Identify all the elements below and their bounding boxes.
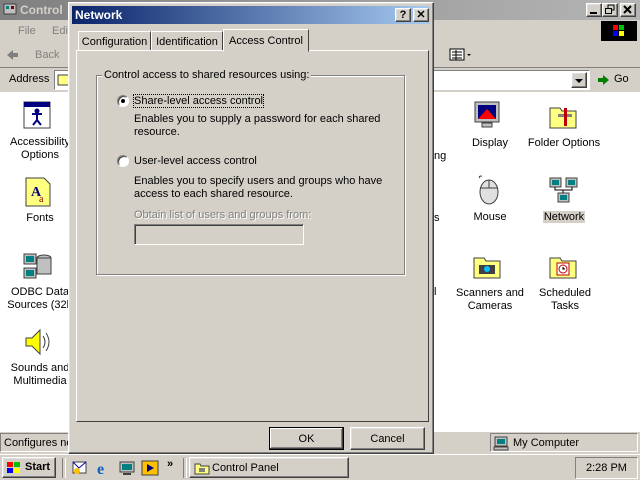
obtain-list-label: Obtain list of users and groups from: <box>134 209 312 221</box>
folder-options-icon <box>549 107 577 129</box>
tab-identification-label: Identification <box>156 36 218 48</box>
partial-label-s: s <box>434 212 440 224</box>
task-control-panel[interactable]: Control Panel <box>189 457 349 478</box>
control-panel-title: Control <box>20 3 63 17</box>
accessibility-options-icon <box>23 101 51 129</box>
media-player-icon <box>141 460 159 476</box>
fonts-icon: Aa <box>25 177 51 207</box>
quicklaunch-desktop[interactable] <box>118 459 136 477</box>
quicklaunch-more[interactable]: » <box>167 458 173 470</box>
mouse-label: Mouse <box>473 211 507 223</box>
close-window-button[interactable] <box>620 3 636 17</box>
user-level-label[interactable]: User-level access control <box>134 155 257 167</box>
cancel-label: Cancel <box>370 433 405 445</box>
tab-identification[interactable]: Identification <box>151 31 223 51</box>
dialog-title: Network <box>75 8 123 22</box>
status-text: Configures ne <box>4 437 73 449</box>
close-icon: ✕ <box>416 9 426 21</box>
cancel-button[interactable]: Cancel <box>350 427 425 450</box>
restore-button[interactable] <box>602 3 618 17</box>
back-label: Back <box>35 49 60 61</box>
menu-file[interactable]: File <box>18 25 36 37</box>
scheduled-tasks-icon <box>549 257 577 279</box>
dialog-close-button[interactable]: ✕ <box>413 8 429 22</box>
help-icon: ? <box>399 9 407 21</box>
back-button[interactable]: Back <box>5 47 65 63</box>
taskbar-divider-2 <box>183 458 187 478</box>
network-label: Network <box>542 211 586 223</box>
dialog-titlebar[interactable]: Network ? ✕ <box>72 6 430 24</box>
help-button[interactable]: ? <box>395 8 411 22</box>
minimize-button[interactable] <box>586 3 602 17</box>
go-arrow-icon <box>598 75 609 85</box>
share-level-radio[interactable] <box>117 95 129 107</box>
quicklaunch-outlook[interactable] <box>71 459 89 477</box>
menu-edit[interactable]: Edi <box>52 25 68 37</box>
svg-text:a: a <box>39 194 44 205</box>
start-button[interactable]: Start <box>2 457 56 478</box>
internet-explorer-icon: e <box>97 461 104 478</box>
tab-configuration-label: Configuration <box>81 36 148 48</box>
go-button[interactable]: Go <box>597 72 637 88</box>
radio-selected-dot <box>121 99 125 103</box>
views-icon <box>449 48 471 61</box>
group-label: Control access to shared resources using… <box>102 69 312 81</box>
system-tray: 2:28 PM <box>575 457 638 479</box>
sounds-icon <box>25 328 50 356</box>
tab-access-control-label: Access Control <box>229 35 303 47</box>
scheduled-tasks-label: Scheduled Tasks <box>539 287 591 312</box>
scanners-icon <box>473 257 501 279</box>
tab-configuration[interactable]: Configuration <box>78 31 151 51</box>
obtain-list-input <box>134 224 304 245</box>
go-label: Go <box>614 73 629 85</box>
partial-label-l: l <box>434 286 437 298</box>
back-arrow-icon <box>7 50 18 60</box>
address-label: Address <box>9 73 50 85</box>
folder-options-label: Folder Options <box>527 137 601 149</box>
control-panel-app-icon <box>3 2 17 16</box>
quicklaunch-media[interactable] <box>141 459 159 477</box>
quicklaunch-ie[interactable]: e <box>95 459 113 478</box>
start-label: Start <box>25 461 51 473</box>
ok-label: OK <box>298 433 315 445</box>
windows-flag-icon <box>7 462 20 473</box>
outlook-express-icon <box>72 461 87 474</box>
my-computer-icon <box>493 436 509 451</box>
display-label: Display <box>471 137 509 149</box>
scanners-label: Scanners and Cameras <box>456 287 524 312</box>
ok-button[interactable]: OK <box>269 427 344 450</box>
show-desktop-icon <box>119 461 135 475</box>
status-location: My Computer <box>513 437 580 449</box>
svg-text:e: e <box>97 461 104 477</box>
windows-logo <box>601 21 637 41</box>
mouse-icon <box>478 175 499 205</box>
partial-label-ng: ng <box>434 150 447 162</box>
address-dropdown-button[interactable] <box>571 72 587 88</box>
taskbar: Start e » Control Panel 2:28 PM <box>0 454 640 480</box>
odbc-icon <box>23 253 52 279</box>
status-right-pane: My Computer <box>490 433 638 452</box>
tab-access-control[interactable]: Access Control <box>223 29 309 52</box>
taskbar-divider <box>62 458 66 478</box>
display-icon <box>474 101 500 128</box>
share-level-label[interactable]: Share-level access control <box>132 94 265 108</box>
user-level-description: Enables you to specify users and groups … <box>134 175 383 200</box>
network-icon <box>549 177 578 203</box>
clock[interactable]: 2:28 PM <box>586 462 627 474</box>
task-label: Control Panel <box>212 462 279 474</box>
network-dialog: Network ? ✕ Configuration Identification… <box>68 2 434 454</box>
views-button[interactable] <box>449 47 473 63</box>
user-level-radio[interactable] <box>117 155 129 167</box>
share-level-description: Enables you to supply a password for eac… <box>134 113 381 138</box>
control-panel-task-icon <box>194 463 210 475</box>
